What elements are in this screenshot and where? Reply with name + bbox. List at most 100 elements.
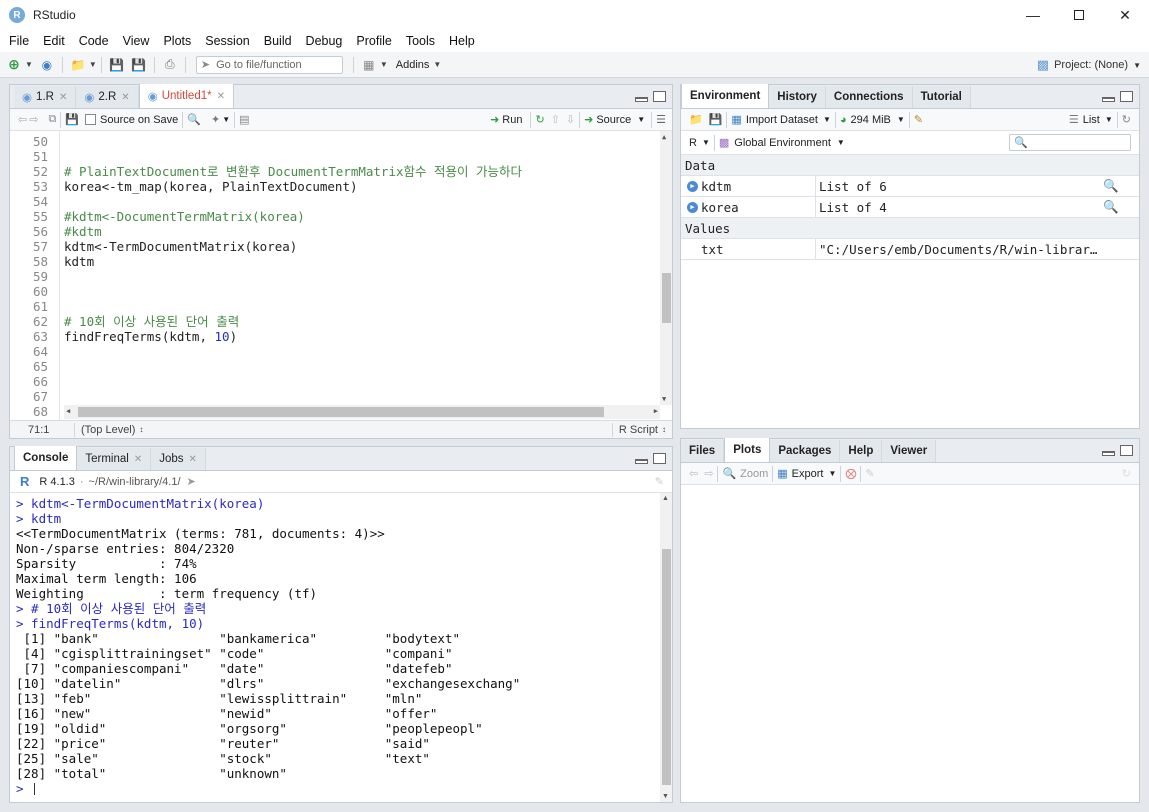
close-tab-icon[interactable]: ✕: [134, 454, 142, 465]
close-window-button[interactable]: ✕: [1102, 0, 1148, 30]
save-icon[interactable]: 💾: [109, 57, 125, 73]
close-tab-icon[interactable]: ✕: [121, 92, 129, 103]
tab-jobs[interactable]: Jobs ✕: [151, 448, 206, 470]
tab-1-r[interactable]: ◉ 1.R ✕: [14, 86, 77, 108]
tab-2-r[interactable]: ◉ 2.R ✕: [76, 86, 139, 108]
menu-debug[interactable]: Debug: [299, 34, 350, 48]
tab-help[interactable]: Help: [840, 440, 883, 462]
file-type-selector[interactable]: R Script: [619, 424, 658, 436]
editor-vertical-scrollbar[interactable]: ▲ ▼: [660, 131, 672, 405]
expand-icon[interactable]: ▶: [687, 180, 698, 192]
maximize-pane-icon[interactable]: [653, 453, 666, 464]
grid-layout-icon[interactable]: ▦: [361, 57, 377, 73]
scroll-up-icon[interactable]: ▲: [662, 133, 666, 141]
run-icon[interactable]: ➜: [490, 113, 499, 126]
menu-plots[interactable]: Plots: [156, 34, 198, 48]
code-line[interactable]: kdtm: [64, 254, 94, 269]
new-project-icon[interactable]: ◉: [39, 57, 55, 73]
menu-profile[interactable]: Profile: [349, 34, 398, 48]
menu-build[interactable]: Build: [257, 34, 299, 48]
env-row-kdtm[interactable]: ▶ kdtm List of 6 🔍: [681, 176, 1139, 197]
new-file-dropdown-icon[interactable]: ▼: [25, 60, 33, 69]
code-line[interactable]: korea<-tm_map(korea, PlainTextDocument): [64, 179, 358, 194]
scroll-up-icon[interactable]: ▲: [662, 495, 669, 502]
source-dropdown-icon[interactable]: ▼: [637, 115, 645, 124]
maximize-button[interactable]: [1056, 0, 1102, 30]
tab-untitled1[interactable]: ◉ Untitled1* ✕: [138, 84, 234, 108]
rerun-icon[interactable]: ↻: [535, 113, 544, 126]
menu-help[interactable]: Help: [442, 34, 482, 48]
code-line[interactable]: # PlainTextDocument로 변환후 DocumentTermMat…: [64, 164, 522, 179]
clear-plots-broom-icon[interactable]: ✎: [865, 467, 874, 480]
memory-usage[interactable]: 294 MiB: [851, 114, 891, 126]
tab-environment[interactable]: Environment: [681, 84, 770, 108]
minimize-pane-icon[interactable]: [1102, 451, 1115, 456]
open-file-icon[interactable]: 📁: [70, 57, 86, 73]
scroll-left-icon[interactable]: ◀: [66, 407, 70, 415]
import-dropdown-icon[interactable]: ▼: [823, 115, 831, 124]
code-editor[interactable]: 50 51 52 53 54 55 56 57 58 59 60 61 62 63 64 65 66 67 68 #…: [10, 131, 672, 421]
remove-plot-icon[interactable]: ⨂: [845, 467, 856, 480]
addins-menu[interactable]: Addins: [396, 59, 430, 71]
console-output[interactable]: > kdtm<-TermDocumentMatrix(korea) > kdtm <…: [10, 493, 660, 802]
show-in-window-icon[interactable]: ⧉: [48, 113, 56, 126]
magic-wand-icon[interactable]: ✦: [211, 113, 220, 126]
code-line[interactable]: # 10회 이상 사용된 단어 출력: [64, 314, 239, 329]
open-file-dropdown-icon[interactable]: ▼: [89, 60, 97, 69]
minimize-pane-icon[interactable]: [1102, 97, 1115, 102]
save-workspace-icon[interactable]: 💾: [709, 113, 723, 126]
project-menu[interactable]: ▩ Project: (None) ▼: [1037, 57, 1141, 73]
broom-clear-icon[interactable]: ✎: [914, 113, 923, 126]
scope-selector[interactable]: (Top Level): [81, 424, 135, 436]
view-data-icon[interactable]: 🔍: [1103, 178, 1119, 194]
console-vertical-scrollbar[interactable]: ▲ ▼: [660, 493, 672, 802]
file-type-dropdown-icon[interactable]: ↕: [662, 425, 666, 434]
source-icon[interactable]: ➜: [584, 113, 593, 126]
scroll-right-icon[interactable]: ▶: [654, 407, 658, 415]
minimize-pane-icon[interactable]: [635, 97, 648, 102]
menu-file[interactable]: File: [2, 34, 36, 48]
view-data-icon[interactable]: 🔍: [1103, 199, 1119, 215]
menu-tools[interactable]: Tools: [399, 34, 442, 48]
tab-files[interactable]: Files: [681, 440, 725, 462]
tab-history[interactable]: History: [769, 86, 826, 108]
down-arrow-icon[interactable]: ⇩: [566, 113, 575, 126]
memory-dropdown-icon[interactable]: ▼: [897, 115, 905, 124]
tab-connections[interactable]: Connections: [825, 86, 913, 108]
tab-tutorial[interactable]: Tutorial: [912, 86, 971, 108]
tab-packages[interactable]: Packages: [770, 440, 841, 462]
back-arrow-icon[interactable]: ⇦: [18, 113, 27, 126]
code-line[interactable]: #kdtm: [64, 224, 102, 239]
env-row-txt[interactable]: txt "C:/Users/emb/Documents/R/win-librar…: [681, 239, 1139, 260]
zoom-button[interactable]: Zoom: [740, 468, 768, 480]
scope-dropdown-icon[interactable]: ▼: [837, 138, 845, 147]
close-tab-icon[interactable]: ✕: [59, 92, 67, 103]
close-tab-icon[interactable]: ✕: [217, 91, 225, 102]
scope-dropdown-icon[interactable]: ↕: [139, 425, 143, 434]
import-dataset-button[interactable]: Import Dataset: [746, 114, 818, 126]
search-icon[interactable]: 🔍: [187, 113, 201, 126]
refresh-plot-icon[interactable]: ↻: [1122, 467, 1131, 480]
language-dropdown-icon[interactable]: ▼: [702, 138, 710, 147]
code-tools-dropdown-icon[interactable]: ▼: [222, 115, 230, 124]
tab-plots[interactable]: Plots: [724, 438, 771, 462]
menu-edit[interactable]: Edit: [36, 34, 72, 48]
editor-horizontal-scrollbar[interactable]: ◀ ▶: [64, 405, 660, 419]
refresh-icon[interactable]: ↻: [1122, 113, 1131, 126]
document-outline-icon[interactable]: ☰: [656, 113, 666, 126]
go-to-directory-icon[interactable]: ➤: [187, 475, 196, 488]
editor-hscroll-thumb[interactable]: [78, 407, 604, 417]
environment-search-input[interactable]: 🔍: [1009, 134, 1131, 151]
clear-console-icon[interactable]: ✎: [655, 475, 664, 488]
minimize-pane-icon[interactable]: [635, 459, 648, 464]
code-line[interactable]: findFreqTerms(kdtm, 10): [64, 329, 237, 344]
env-row-korea[interactable]: ▶ korea List of 4 🔍: [681, 197, 1139, 218]
menu-code[interactable]: Code: [72, 34, 116, 48]
previous-plot-icon[interactable]: ⇦: [689, 467, 698, 480]
load-workspace-icon[interactable]: 📁: [689, 113, 703, 126]
addins-dropdown-icon[interactable]: ▼: [433, 60, 441, 69]
scroll-down-icon[interactable]: ▼: [662, 395, 666, 403]
save-file-icon[interactable]: 💾: [65, 113, 79, 126]
source-button[interactable]: Source: [596, 114, 631, 126]
language-selector[interactable]: R: [689, 137, 697, 149]
